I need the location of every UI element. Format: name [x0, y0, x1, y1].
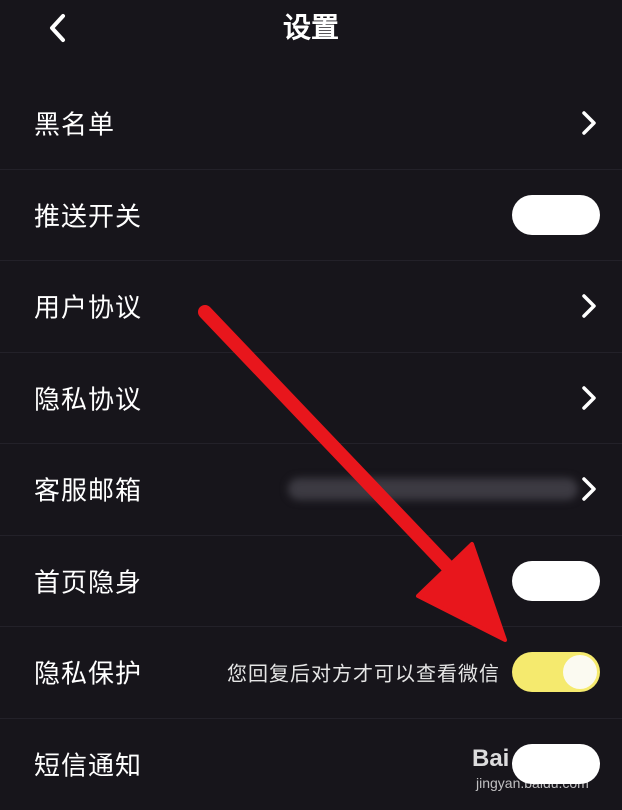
- setting-label: 隐私保护: [34, 654, 142, 691]
- svg-text:jingyan.baidu.com: jingyan.baidu.com: [475, 775, 589, 791]
- baidu-watermark: Bai 经验 jingyan.baidu.com: [470, 736, 620, 794]
- setting-row-support-email[interactable]: 客服邮箱: [0, 444, 622, 536]
- privacy-protection-toggle[interactable]: [512, 652, 600, 692]
- toggle-knob: [515, 198, 549, 232]
- chevron-right-icon: [578, 475, 600, 503]
- setting-row-privacy-agreement[interactable]: 隐私协议: [0, 353, 622, 445]
- setting-label: 黑名单: [34, 105, 115, 142]
- page-title: 设置: [0, 8, 622, 48]
- setting-label: 用户协议: [34, 288, 142, 325]
- setting-label: 短信通知: [34, 746, 142, 783]
- toggle-knob: [563, 655, 597, 689]
- header-bar: 设置: [0, 0, 622, 60]
- home-invisible-toggle[interactable]: [512, 561, 600, 601]
- svg-text:经验: 经验: [558, 747, 598, 771]
- svg-text:Bai: Bai: [472, 745, 509, 772]
- chevron-right-icon: [578, 109, 600, 137]
- setting-row-user-agreement[interactable]: 用户协议: [0, 261, 622, 353]
- privacy-hint: 您回复后对方才可以查看微信: [227, 658, 500, 687]
- chevron-right-icon: [578, 384, 600, 412]
- setting-label: 隐私协议: [34, 379, 142, 416]
- email-value-blurred: [288, 478, 578, 500]
- setting-row-push: 推送开关: [0, 170, 622, 262]
- settings-list: 黑名单 推送开关 用户协议 隐私协议 客服邮箱 首页隐身 隐私保护 您回复后对方…: [0, 78, 622, 810]
- chevron-right-icon: [578, 292, 600, 320]
- setting-row-home-invisible: 首页隐身: [0, 536, 622, 628]
- setting-label: 首页隐身: [34, 562, 142, 599]
- baidu-paw-logo: Bai 经验 jingyan.baidu.com: [470, 736, 620, 794]
- push-toggle[interactable]: [512, 195, 600, 235]
- setting-label: 客服邮箱: [34, 471, 142, 508]
- toggle-knob: [515, 564, 549, 598]
- setting-row-blacklist[interactable]: 黑名单: [0, 78, 622, 170]
- setting-label: 推送开关: [34, 196, 142, 233]
- setting-row-privacy-protection: 隐私保护 您回复后对方才可以查看微信: [0, 627, 622, 719]
